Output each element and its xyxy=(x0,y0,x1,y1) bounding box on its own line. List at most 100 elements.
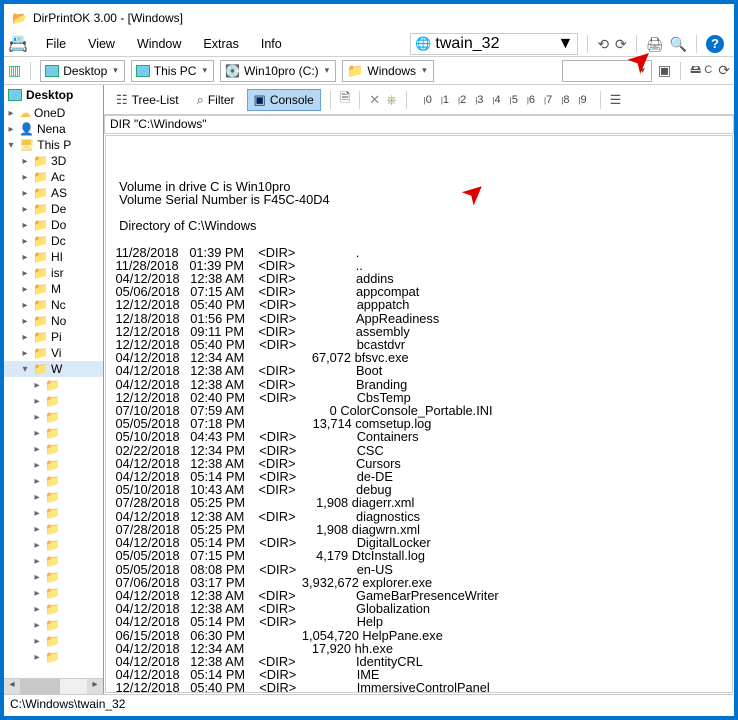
tree-item[interactable]: ▸📁Ac xyxy=(4,169,103,185)
folder-icon: 📁 xyxy=(45,490,60,504)
marker-4[interactable]: |4 xyxy=(488,92,504,108)
filter-icon: ⌕ xyxy=(197,92,204,108)
loc-folder[interactable]: 📁 Windows▾ xyxy=(342,60,433,82)
tree-item[interactable]: ▸📁No xyxy=(4,313,103,329)
tree-subitem[interactable]: ▸📁 xyxy=(4,649,103,665)
twain-dropdown[interactable]: 🌐 twain_32 ▼ xyxy=(410,33,578,55)
tree-subitem[interactable]: ▸📁 xyxy=(4,569,103,585)
folder-icon: 📁 xyxy=(45,650,60,664)
tree-root-label: Desktop xyxy=(26,88,73,102)
marker-9[interactable]: |9 xyxy=(574,92,590,108)
folder-icon: 📁 xyxy=(45,394,60,408)
tree-subitem[interactable]: ▸📁 xyxy=(4,553,103,569)
tree-item[interactable]: ▸📁Pi xyxy=(4,329,103,345)
tree-subitem[interactable]: ▸📁 xyxy=(4,617,103,633)
loc-desktop[interactable]: Desktop▾ xyxy=(40,60,125,82)
treelist-button[interactable]: ☷Tree-List xyxy=(110,90,185,110)
loc-drive[interactable]: 💽 Win10pro (C:)▾ xyxy=(220,60,336,82)
folder-icon: 📁 xyxy=(45,602,60,616)
undo-icon[interactable]: ⟲ xyxy=(597,36,609,53)
doc-icon[interactable]: 🗎 xyxy=(340,89,350,111)
folder-icon: 📁 xyxy=(45,634,60,648)
tree-root[interactable]: Desktop xyxy=(4,85,103,105)
path-input[interactable]: DIR "C:\Windows" xyxy=(104,115,734,134)
folder-icon: 📁 xyxy=(33,218,48,232)
folder-icon: 📁 xyxy=(45,618,60,632)
drive-c-icon[interactable]: 🖴 C xyxy=(690,61,712,80)
menu-extras[interactable]: Extras xyxy=(193,35,248,53)
menu-window[interactable]: Window xyxy=(127,35,191,53)
tree-item[interactable]: ▸📁Dc xyxy=(4,233,103,249)
folder-icon: 📁 xyxy=(33,362,48,376)
tree-item[interactable]: ▸☁OneD xyxy=(4,105,103,121)
tree-item[interactable]: ▸📁Nc xyxy=(4,297,103,313)
folder-icon: 👤 xyxy=(19,122,34,136)
folder-icon: 📁 xyxy=(45,506,60,520)
menu-view[interactable]: View xyxy=(78,35,125,53)
slot-icon[interactable]: ☰ xyxy=(610,92,622,108)
loc-thispc[interactable]: This PC▾ xyxy=(131,60,214,82)
tree-item[interactable]: ▾🖥This P xyxy=(4,137,103,153)
menu-file[interactable]: File xyxy=(36,35,76,53)
folder-icon: 📁 xyxy=(33,314,48,328)
tree-subitem[interactable]: ▸📁 xyxy=(4,601,103,617)
tree-item[interactable]: ▸📁isr xyxy=(4,265,103,281)
tree-subitem[interactable]: ▸📁 xyxy=(4,505,103,521)
folder-icon: 📁 xyxy=(33,186,48,200)
help-icon[interactable]: ? xyxy=(706,35,724,53)
menu-info[interactable]: Info xyxy=(251,35,292,53)
tree-subitem[interactable]: ▸📁 xyxy=(4,425,103,441)
twain-label: twain_32 xyxy=(435,35,499,53)
folder-tree[interactable]: Desktop ▸☁OneD▸👤Nena▾🖥This P▸📁3D▸📁Ac▸📁AS… xyxy=(4,85,104,694)
marker-2[interactable]: |2 xyxy=(454,92,470,108)
tree-item[interactable]: ▸📁AS xyxy=(4,185,103,201)
console-button[interactable]: ▣Console xyxy=(247,89,321,111)
tree-subitem[interactable]: ▸📁 xyxy=(4,633,103,649)
folder-icon: 📁 xyxy=(33,170,48,184)
tree-item[interactable]: ▸📁Vi xyxy=(4,345,103,361)
tree-subitem[interactable]: ▸📁 xyxy=(4,521,103,537)
tree-subitem[interactable]: ▸📁 xyxy=(4,473,103,489)
refresh-icon[interactable]: ⟳ xyxy=(718,62,730,79)
print-icon[interactable]: 📇 xyxy=(8,34,28,54)
tree-item[interactable]: ▸📁M xyxy=(4,281,103,297)
folder-icon: 📁 xyxy=(33,298,48,312)
folder-icon: 📁 xyxy=(33,266,48,280)
marker-5[interactable]: |5 xyxy=(506,92,522,108)
tree-subitem[interactable]: ▸📁 xyxy=(4,585,103,601)
marker-6[interactable]: |6 xyxy=(523,92,539,108)
menu-right-area: 🌐 twain_32 ▼ ⟲ ⟳ 🖨 🔍 ? xyxy=(410,33,730,55)
folder-icon: 📁 xyxy=(45,426,60,440)
marker-group: |0|1|2|3|4|5|6|7|8|9 xyxy=(420,92,591,108)
tree-subitem[interactable]: ▸📁 xyxy=(4,377,103,393)
filter-button[interactable]: ⌕Filter xyxy=(191,90,241,110)
tree-item[interactable]: ▸📁3D xyxy=(4,153,103,169)
horiz-scrollbar[interactable]: ◂▸ xyxy=(4,678,103,694)
tree-subitem[interactable]: ▸📁 xyxy=(4,393,103,409)
tree-item[interactable]: ▸👤Nena xyxy=(4,121,103,137)
layout-icon[interactable]: ▥ xyxy=(8,62,21,79)
tree-subitem[interactable]: ▸📁 xyxy=(4,441,103,457)
marker-0[interactable]: |0 xyxy=(420,92,436,108)
tree-item[interactable]: ▾📁W xyxy=(4,361,103,377)
folder-icon: 📁 xyxy=(45,378,60,392)
search-icon[interactable]: 🔍 xyxy=(670,36,687,53)
tree-item[interactable]: ▸📁De xyxy=(4,201,103,217)
tree-subitem[interactable]: ▸📁 xyxy=(4,457,103,473)
marker-1[interactable]: |1 xyxy=(437,92,453,108)
marker-8[interactable]: |8 xyxy=(557,92,573,108)
marker-7[interactable]: |7 xyxy=(540,92,556,108)
tree-item[interactable]: ▸📁Do xyxy=(4,217,103,233)
organize-icon[interactable]: ⎈ xyxy=(386,92,396,108)
folder-icon: 📁 xyxy=(33,346,48,360)
tree-item[interactable]: ▸📁HI xyxy=(4,249,103,265)
marker-3[interactable]: |3 xyxy=(471,92,487,108)
tree-subitem[interactable]: ▸📁 xyxy=(4,489,103,505)
console-output[interactable]: ➤ Volume in drive C is Win10pro Volume S… xyxy=(105,135,733,693)
delete-icon[interactable]: ✕ xyxy=(369,92,380,108)
work-area: Desktop ▸☁OneD▸👤Nena▾🖥This P▸📁3D▸📁Ac▸📁AS… xyxy=(4,85,734,694)
tree-subitem[interactable]: ▸📁 xyxy=(4,409,103,425)
tree-subitem[interactable]: ▸📁 xyxy=(4,537,103,553)
folder-icon: 📁 xyxy=(45,442,60,456)
title-bar: 📂 DirPrintOK 3.00 - [Windows] xyxy=(4,4,734,32)
